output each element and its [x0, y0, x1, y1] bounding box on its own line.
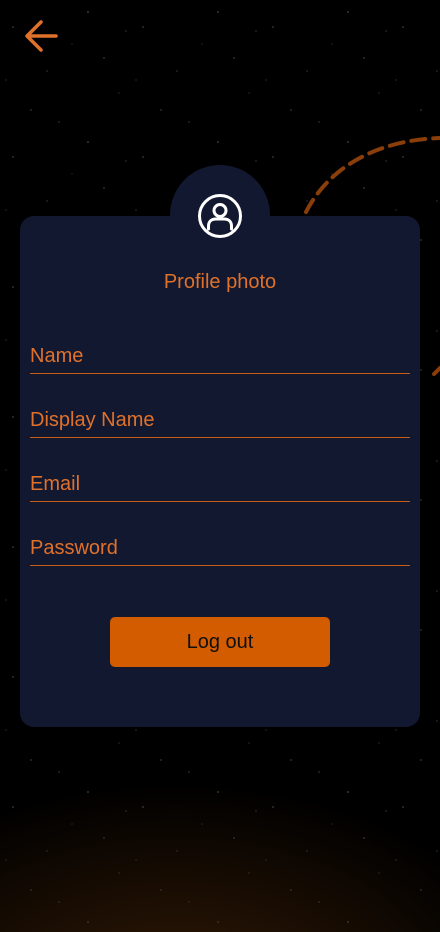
display-name-field[interactable]: Display Name [30, 408, 410, 438]
user-circle-icon [198, 194, 242, 238]
password-field-label: Password [30, 537, 118, 559]
profile-card: Profile photo Name Display Name Email Pa… [20, 216, 420, 727]
logout-button[interactable]: Log out [110, 617, 330, 667]
back-button[interactable] [20, 16, 62, 56]
arrow-left-icon [25, 20, 58, 52]
avatar[interactable] [170, 165, 270, 255]
email-field[interactable]: Email [30, 472, 410, 502]
name-field[interactable]: Name [30, 344, 410, 374]
display-name-field-label: Display Name [30, 409, 155, 431]
profile-photo-label[interactable]: Profile photo [20, 271, 420, 294]
name-field-label: Name [30, 345, 84, 367]
password-field[interactable]: Password [30, 536, 410, 566]
email-field-label: Email [30, 473, 81, 495]
